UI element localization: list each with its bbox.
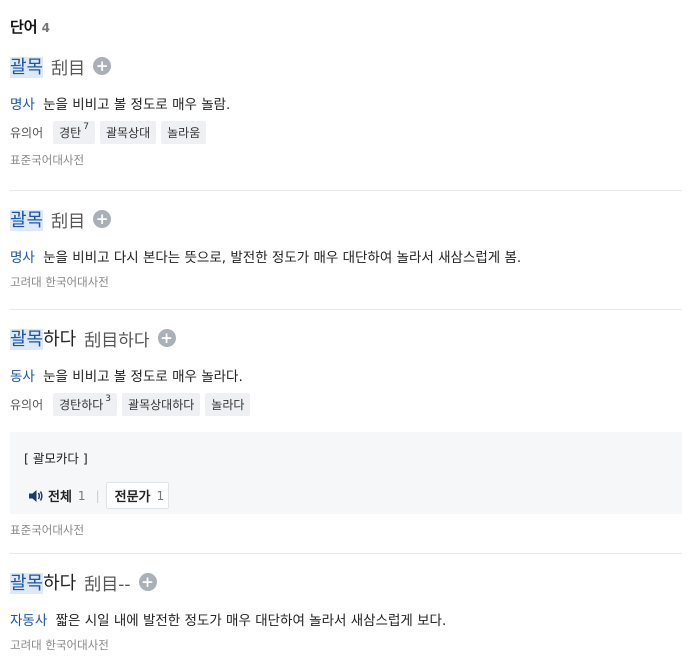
- dictionary-source[interactable]: 표준국어대사전: [10, 522, 682, 538]
- headword-link[interactable]: 괄목: [10, 206, 44, 232]
- tab-count: 1: [156, 488, 165, 503]
- hanja[interactable]: 刮目: [51, 207, 85, 232]
- entry-headline: 괄목 刮目 +: [10, 206, 682, 232]
- entry-1: 괄목 刮目 + 명사 눈을 비비고 볼 정도로 매우 놀람. 유의어 경탄 7 괄…: [10, 53, 682, 191]
- hanja[interactable]: 刮目: [51, 54, 85, 79]
- tab-count: 1: [77, 488, 86, 503]
- definition-text: 눈을 비비고 다시 본다는 뜻으로, 발전한 정도가 매우 대단하여 놀라서 새…: [43, 250, 522, 266]
- synonym-chip[interactable]: 경탄하다 3: [53, 393, 118, 416]
- synonym-chip[interactable]: 놀라다: [205, 393, 251, 416]
- synonym-chip[interactable]: 괄목상대하다: [122, 393, 201, 416]
- part-of-speech: 명사: [10, 250, 35, 266]
- section-count: 4: [41, 21, 50, 35]
- hanja[interactable]: 刮目--: [84, 570, 130, 595]
- entry-2: 괄목 刮目 + 명사 눈을 비비고 다시 본다는 뜻으로, 발전한 정도가 매우…: [10, 206, 682, 310]
- synonym-label: 유의어: [10, 126, 44, 140]
- tab-audio-all[interactable]: 전체 1: [24, 483, 90, 508]
- synonym-chip[interactable]: 놀라움: [161, 121, 207, 144]
- definition-text: 짧은 시일 내에 발전한 정도가 매우 대단하여 놀라서 새삼스럽게 보다.: [55, 613, 447, 629]
- pronunciation-text: [ 괄모카다 ]: [24, 451, 88, 466]
- synonym-chip[interactable]: 괄목상대: [99, 121, 157, 144]
- entry-headline: 괄목 刮目 +: [10, 53, 682, 79]
- part-of-speech: 동사: [10, 369, 35, 385]
- tab-label: 전체: [48, 490, 72, 505]
- definition: 동사 눈을 비비고 볼 정도로 매우 놀라다.: [10, 365, 682, 385]
- definition-text: 눈을 비비고 볼 정도로 매우 놀라다.: [43, 369, 243, 385]
- entry-headline: 괄목하다 刮目하다 +: [10, 325, 682, 351]
- add-to-wordbook-button[interactable]: +: [157, 329, 176, 347]
- definition-text: 눈을 비비고 볼 정도로 매우 놀람.: [43, 97, 231, 113]
- add-to-wordbook-button[interactable]: +: [93, 57, 112, 75]
- dictionary-source[interactable]: 고려대 한국어대사전: [10, 274, 682, 290]
- section-title: 단어: [10, 18, 38, 36]
- definition: 명사 눈을 비비고 다시 본다는 뜻으로, 발전한 정도가 매우 대단하여 놀라…: [10, 246, 682, 266]
- entry-4: 괄목하다 刮目-- + 자동사 짧은 시일 내에 발전한 정도가 매우 대단하여…: [10, 569, 682, 661]
- part-of-speech: 자동사: [10, 613, 48, 629]
- tab-audio-expert[interactable]: 전문가 1: [105, 482, 170, 509]
- headword-link[interactable]: 괄목: [10, 53, 44, 79]
- dictionary-results: 단어 4 괄목 刮目 + 명사 눈을 비비고 볼 정도로 매우 놀람. 유의어 …: [0, 0, 692, 662]
- headword-link[interactable]: 괄목하다: [10, 325, 76, 351]
- section-header: 단어 4: [10, 16, 50, 37]
- speaker-icon[interactable]: [28, 489, 44, 503]
- definition: 자동사 짧은 시일 내에 발전한 정도가 매우 대단하여 놀라서 새삼스럽게 보…: [10, 609, 682, 629]
- synonym-label: 유의어: [10, 398, 44, 412]
- tab-label: 전문가: [114, 490, 151, 505]
- part-of-speech: 명사: [10, 97, 35, 113]
- synonym-chip[interactable]: 경탄 7: [53, 121, 95, 144]
- entry-3: 괄목하다 刮目하다 + 동사 눈을 비비고 볼 정도로 매우 놀라다. 유의어 …: [10, 325, 682, 554]
- synonym-row: 유의어 경탄 7 괄목상대 놀라움: [10, 121, 682, 144]
- entry-headline: 괄목하다 刮目-- +: [10, 569, 682, 595]
- pronunciation-box: [ 괄모카다 ] 전체 1 | 전문가 1: [10, 432, 682, 514]
- definition: 명사 눈을 비비고 볼 정도로 매우 놀람.: [10, 93, 682, 113]
- tab-divider: |: [95, 488, 100, 503]
- dictionary-source[interactable]: 고려대 한국어대사전: [10, 637, 682, 653]
- hanja[interactable]: 刮目하다: [84, 326, 149, 351]
- synonym-row: 유의어 경탄하다 3 괄목상대하다 놀라다: [10, 393, 682, 416]
- add-to-wordbook-button[interactable]: +: [138, 573, 157, 591]
- audio-tabs: 전체 1 | 전문가 1: [24, 482, 170, 509]
- dictionary-source[interactable]: 표준국어대사전: [10, 152, 682, 168]
- add-to-wordbook-button[interactable]: +: [93, 210, 112, 228]
- headword-link[interactable]: 괄목하다: [10, 569, 76, 595]
